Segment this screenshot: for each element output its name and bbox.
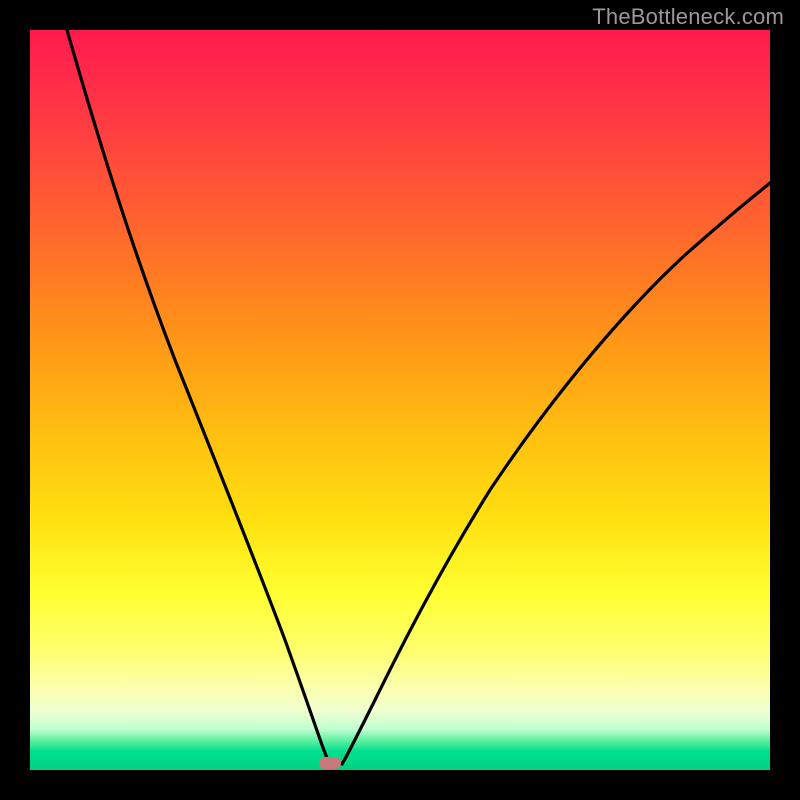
- optimum-marker: [319, 757, 341, 769]
- curve-left-branch: [67, 30, 330, 764]
- chart-frame: TheBottleneck.com: [0, 0, 800, 800]
- bottleneck-curve: [30, 30, 770, 770]
- plot-area: [30, 30, 770, 770]
- watermark-text: TheBottleneck.com: [592, 4, 784, 30]
- curve-right-branch: [342, 183, 770, 764]
